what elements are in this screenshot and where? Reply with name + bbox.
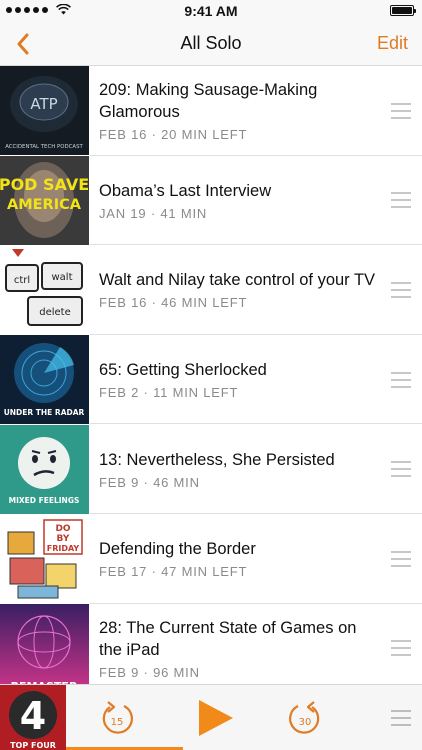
episode-title: 209: Making Sausage-Making Glamorous — [99, 81, 318, 122]
episode-title: 13: Nevertheless, She Persisted — [99, 450, 335, 469]
status-bar: 9:41 AM — [0, 0, 422, 22]
play-button[interactable] — [193, 698, 237, 738]
psa-line2: AMERICA — [7, 197, 82, 213]
navigation-bar: All Solo Edit — [0, 22, 422, 66]
status-time: 9:41 AM — [184, 3, 238, 19]
under-the-radar-artwork: UNDER THE RADAR — [0, 335, 89, 425]
mini-player: 4 TOP FOUR 15 30 — [0, 684, 422, 750]
atp-artwork: ATP ACCIDENTAL TECH PODCAST — [0, 66, 89, 156]
play-icon — [199, 700, 233, 736]
psa-line1: POD SAVE — [0, 175, 89, 194]
episode-meta: FEB 16 · 46 MIN LEFT — [99, 295, 248, 311]
episode-row[interactable]: POD SAVE AMERICA Obama’s Last Interview … — [0, 155, 422, 246]
episode-meta: FEB 17 · 47 MIN LEFT — [99, 564, 248, 580]
ctrl-walt-delete-artwork: ctrl walt delete — [0, 245, 89, 335]
mixed-feelings-artwork: MIXED FEELINGS — [0, 424, 89, 514]
skip-forward-icon: 30 — [289, 701, 320, 734]
reorder-handle-icon[interactable] — [391, 371, 411, 388]
episode-meta: FEB 9 · 46 MIN — [99, 474, 200, 490]
episode-list: ATP ACCIDENTAL TECH PODCAST 209: Making … — [0, 66, 422, 694]
top-four-artwork[interactable]: 4 TOP FOUR — [0, 685, 66, 750]
skip-forward-seconds: 30 — [299, 717, 312, 728]
ctrl-key-label: ctrl — [14, 275, 30, 286]
page-title: All Solo — [180, 33, 242, 53]
episode-row[interactable]: ctrl walt delete Walt and Nilay take con… — [0, 245, 422, 335]
episode-meta: JAN 19 · 41 MIN — [99, 205, 208, 221]
pod-save-america-artwork: POD SAVE AMERICA — [0, 155, 89, 245]
episode-row[interactable]: ATP ACCIDENTAL TECH PODCAST 209: Making … — [0, 66, 422, 156]
reorder-handle-icon[interactable] — [391, 640, 411, 657]
dbf-line2: BY — [57, 534, 70, 544]
episode-meta: FEB 16 · 20 MIN LEFT — [99, 127, 248, 143]
dbf-line1: DO — [55, 524, 70, 534]
battery-icon — [390, 5, 416, 16]
reorder-handle-icon[interactable] — [391, 192, 411, 209]
dbf-line3: FRIDAY — [47, 544, 80, 553]
edit-button[interactable]: Edit — [377, 33, 408, 54]
utr-caption: UNDER THE RADAR — [4, 408, 85, 417]
episode-title: 65: Getting Sherlocked — [99, 361, 267, 380]
episode-title: Defending the Border — [99, 540, 256, 559]
episode-row[interactable]: DO BY FRIDAY Defending the Border FEB 17… — [0, 514, 422, 604]
skip-forward-button[interactable]: 30 — [286, 698, 322, 738]
delete-key-label: delete — [39, 307, 71, 318]
episode-title: Walt and Nilay take control of your TV — [99, 271, 376, 290]
episode-title: Obama’s Last Interview — [99, 181, 272, 200]
reorder-handle-icon[interactable] — [391, 281, 411, 298]
atp-caption: ACCIDENTAL TECH PODCAST — [5, 144, 83, 150]
svg-text:4: 4 — [20, 694, 46, 738]
reorder-handle-icon[interactable] — [391, 102, 411, 119]
mf-caption: MIXED FEELINGS — [9, 496, 80, 505]
walt-key-label: walt — [51, 272, 72, 283]
top-four-caption: TOP FOUR — [10, 741, 56, 750]
up-next-menu-icon[interactable] — [391, 710, 411, 726]
episode-meta: FEB 2 · 11 MIN LEFT — [99, 385, 239, 401]
skip-back-seconds: 15 — [111, 717, 124, 728]
remaster-artwork: REMASTER — [0, 603, 89, 693]
reorder-handle-icon[interactable] — [391, 550, 411, 567]
skip-back-button[interactable]: 15 — [100, 698, 136, 738]
reorder-handle-icon[interactable] — [391, 461, 411, 478]
do-by-friday-artwork: DO BY FRIDAY — [0, 514, 89, 604]
atp-logo-text: ATP — [30, 95, 57, 113]
episode-title: 28: The Current State of Games on the iP… — [99, 618, 357, 659]
skip-back-icon: 15 — [102, 701, 133, 734]
episode-row[interactable]: MIXED FEELINGS 13: Nevertheless, She Per… — [0, 424, 422, 514]
episode-row[interactable]: UNDER THE RADAR 65: Getting Sherlocked F… — [0, 335, 422, 425]
episode-row[interactable]: REMASTER 28: The Current State of Games … — [0, 603, 422, 694]
episode-meta: FEB 9 · 96 MIN — [99, 664, 200, 680]
